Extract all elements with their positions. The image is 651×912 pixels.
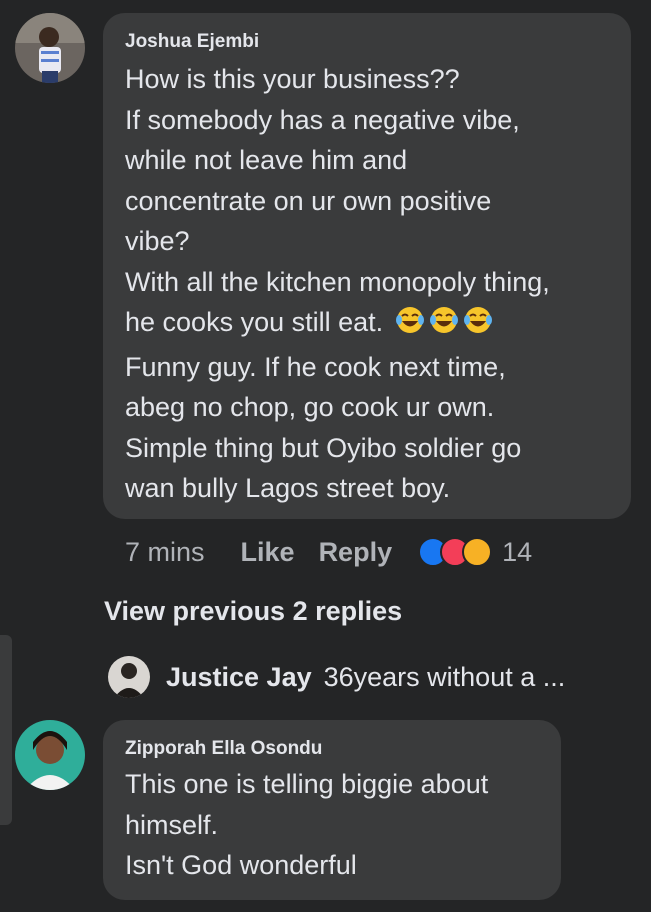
comment-line: If somebody has a negative vibe, (125, 104, 520, 135)
profile-photo-icon (15, 720, 85, 790)
comment-line: abeg no chop, go cook ur own. (125, 392, 495, 422)
profile-photo-icon (108, 656, 150, 698)
reactions-summary[interactable] (418, 537, 493, 567)
haha-reaction-icon (462, 537, 493, 567)
comment-line: Simple thing but Oyibo soldier go (125, 432, 522, 463)
comment-line: wan bully Lagos street boy. (125, 473, 451, 503)
comment-line: vibe? (125, 226, 190, 256)
avatar-joshua[interactable] (15, 13, 85, 83)
thread-indicator (0, 635, 12, 825)
comment-line: This one is telling biggie about (125, 769, 489, 799)
comment-line: With all the kitchen monopoly thing, (125, 266, 550, 297)
like-button[interactable]: Like (241, 537, 295, 568)
comment-line: Isn't God wonderful (125, 850, 357, 880)
tears-of-joy-icon (429, 305, 459, 347)
comment-line: How is this your business?? (125, 64, 460, 94)
comment-body: How is this your business?? If somebody … (125, 59, 631, 509)
reply-preview[interactable]: Justice Jay 36years without a ... (108, 656, 565, 698)
comment-timestamp[interactable]: 7 mins (125, 537, 205, 568)
comment-author[interactable]: Zipporah Ella Osondu (125, 738, 561, 760)
avatar-zipporah[interactable] (15, 720, 85, 790)
comment-line: Funny guy. If he cook next time, (125, 351, 506, 382)
avatar-justice[interactable] (108, 656, 150, 698)
comment-line: concentrate on ur own positive (125, 185, 492, 216)
comment-line: he cooks you still eat. (125, 307, 384, 337)
reply-button[interactable]: Reply (319, 537, 393, 568)
comment-line: while not leave him and (125, 145, 408, 175)
reply-snippet: 36years without a ... (323, 661, 566, 692)
reply-author[interactable]: Justice Jay (166, 662, 312, 693)
comment-line-with-emoji: he cooks you still eat. (125, 302, 631, 347)
reaction-count[interactable]: 14 (502, 537, 532, 568)
comment-actions: 7 mins Like Reply 14 (125, 533, 532, 571)
comment-body: This one is telling biggie about himself… (125, 764, 561, 886)
comment-bubble-joshua[interactable]: Joshua Ejembi How is this your business?… (103, 13, 631, 519)
tears-of-joy-icon (395, 305, 425, 347)
view-previous-replies-link[interactable]: View previous 2 replies (104, 596, 402, 627)
comment-bubble-zipporah[interactable]: Zipporah Ella Osondu This one is telling… (103, 720, 561, 900)
tears-of-joy-icon (463, 305, 493, 347)
comment-line: himself. (125, 809, 219, 840)
profile-photo-icon (15, 13, 85, 83)
comment-author[interactable]: Joshua Ejembi (125, 31, 631, 53)
